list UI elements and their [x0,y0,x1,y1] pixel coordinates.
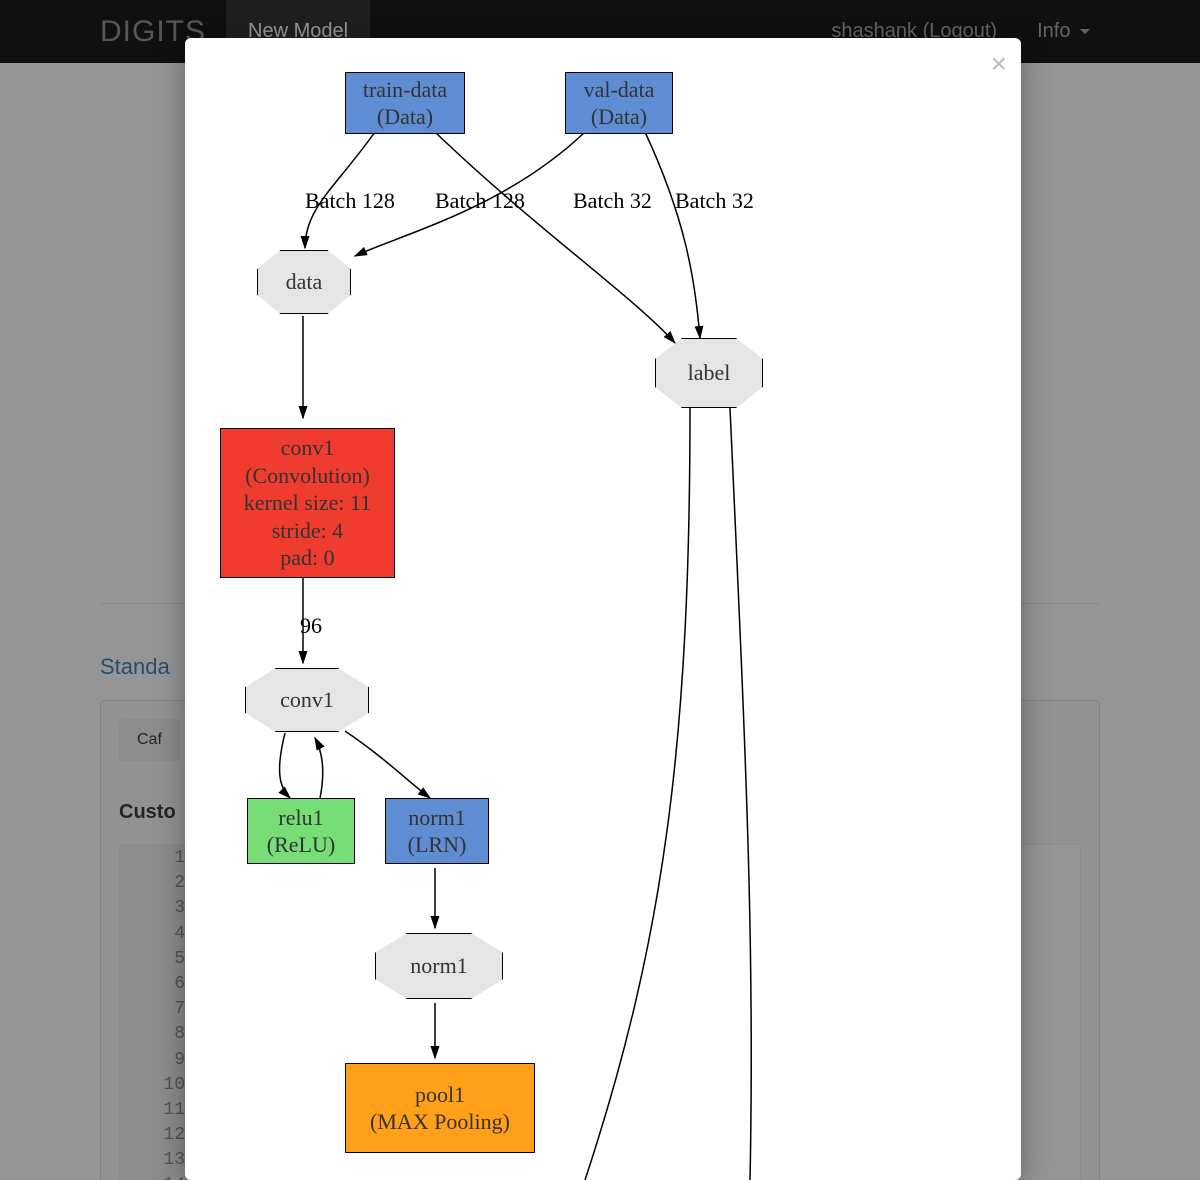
node-relu1-layer: relu1 (ReLU) [247,798,355,864]
edge-label-batch32-a: Batch 32 [573,188,652,214]
node-norm1-layer: norm1 (LRN) [385,798,489,864]
edge-label-96: 96 [300,613,322,639]
node-conv1-layer: conv1 (Convolution) kernel size: 11 stri… [220,428,395,578]
node-norm1-blob: norm1 [375,933,503,999]
edge-label-batch128-a: Batch 128 [305,188,395,214]
node-val-data: val-data (Data) [565,72,673,134]
node-label-blob: label [655,338,763,408]
modal-overlay[interactable]: × [0,0,1200,1180]
node-pool1-layer: pool1 (MAX Pooling) [345,1063,535,1153]
network-visualization-modal: × [185,38,1021,1180]
network-diagram: train-data (Data) val-data (Data) data l… [185,38,1021,1180]
node-data-blob: data [257,250,351,314]
node-conv1-blob: conv1 [245,668,369,732]
edge-label-batch32-b: Batch 32 [675,188,754,214]
edge-label-batch128-b: Batch 128 [435,188,525,214]
node-train-data: train-data (Data) [345,72,465,134]
